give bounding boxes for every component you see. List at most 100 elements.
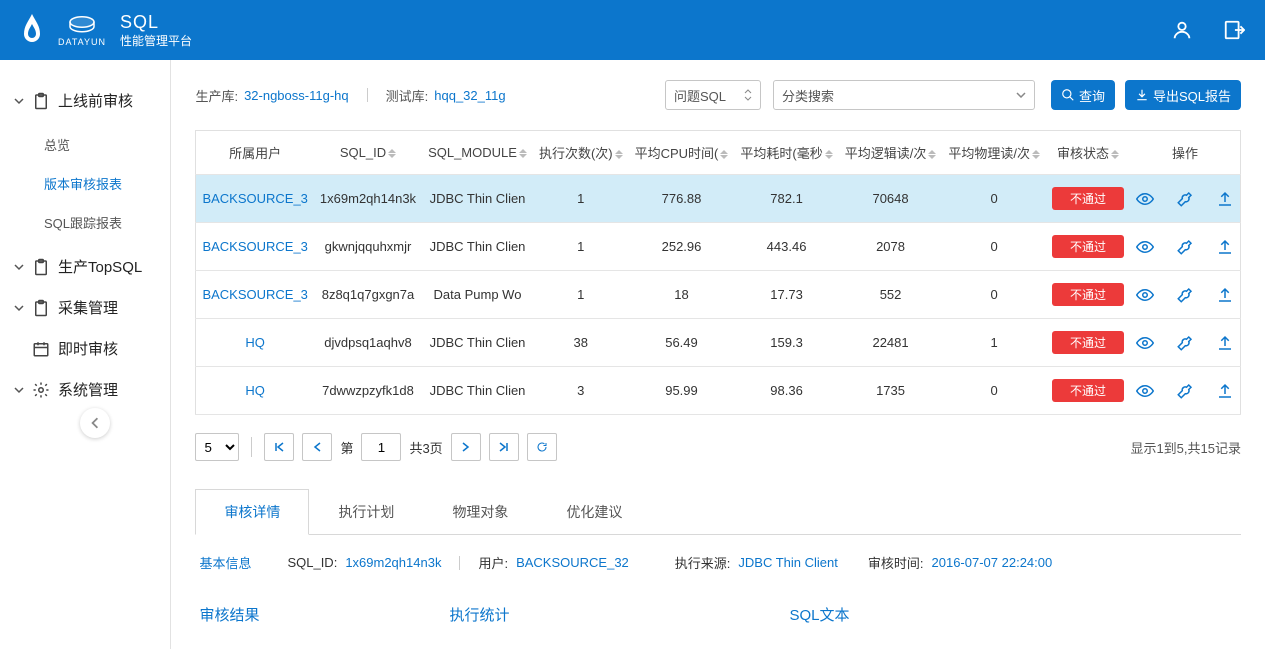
col-header[interactable]: 平均耗时(毫秒 [734, 131, 838, 175]
cell-user[interactable]: BACKSOURCE_3 [196, 223, 314, 271]
upload-icon[interactable] [1216, 382, 1234, 400]
nav-head-topsql[interactable]: 生产TopSQL [0, 246, 170, 287]
cell-lreads: 22481 [839, 319, 943, 367]
section-sql-text: SQL文本 [789, 604, 849, 625]
eye-icon[interactable] [1136, 334, 1154, 352]
type-select[interactable]: 问题SQL [665, 80, 761, 110]
cell-module: JDBC Thin Clien [422, 175, 533, 223]
next-page-button[interactable] [451, 433, 481, 461]
tab-1[interactable]: 执行计划 [309, 489, 423, 534]
sort-icon[interactable] [1032, 150, 1040, 159]
sidebar-collapse-button[interactable] [80, 408, 110, 438]
sort-icon[interactable] [519, 149, 527, 158]
sort-icon[interactable] [928, 150, 936, 159]
logout-icon[interactable] [1223, 19, 1245, 41]
test-db-value[interactable]: hqq_32_11g [434, 88, 505, 103]
sort-icon[interactable] [1111, 150, 1119, 159]
col-header[interactable]: 审核状态 [1046, 131, 1130, 175]
sort-icon[interactable] [825, 150, 833, 159]
cell-user[interactable]: HQ [196, 319, 314, 367]
cell-lreads: 70648 [839, 175, 943, 223]
table-row[interactable]: BACKSOURCE_3gkwnjqquhxmjrJDBC Thin Clien… [196, 223, 1241, 271]
eye-icon[interactable] [1136, 286, 1154, 304]
cell-status: 不通过 [1046, 223, 1130, 271]
eye-icon[interactable] [1136, 382, 1154, 400]
nav-head-instant[interactable]: 即时审核 [0, 328, 170, 369]
nav-head-system[interactable]: 系统管理 [0, 369, 170, 410]
cell-user[interactable]: BACKSOURCE_3 [196, 175, 314, 223]
page-number-input[interactable] [361, 433, 401, 461]
col-header[interactable]: 平均CPU时间( [629, 131, 735, 175]
category-select[interactable]: 分类搜索 [773, 80, 1035, 110]
caret-down-icon [1016, 92, 1026, 98]
col-header[interactable]: 操作 [1130, 131, 1241, 175]
cell-module: Data Pump Wo [422, 271, 533, 319]
user-icon[interactable] [1171, 19, 1193, 41]
cell-cpu: 252.96 [629, 223, 735, 271]
col-header[interactable]: 平均逻辑读/次 [839, 131, 943, 175]
sort-icon[interactable] [720, 150, 728, 159]
cell-sqlid: 1x69m2qh14n3k [314, 175, 422, 223]
wrench-icon[interactable] [1176, 382, 1194, 400]
eye-icon[interactable] [1136, 190, 1154, 208]
meta-sqlid-value[interactable]: 1x69m2qh14n3k [345, 555, 441, 570]
nav-head-preonline[interactable]: 上线前审核 [0, 80, 170, 121]
table-row[interactable]: HQdjvdpsq1aqhv8JDBC Thin Clien3856.49159… [196, 319, 1241, 367]
chevron-down-icon [14, 303, 24, 313]
prod-db-value[interactable]: 32-ngboss-11g-hq [244, 88, 349, 103]
refresh-button[interactable] [527, 433, 557, 461]
cell-ops [1130, 319, 1241, 367]
select-value: 分类搜索 [782, 86, 834, 105]
query-button[interactable]: 查询 [1051, 80, 1115, 110]
nav-item-version-report[interactable]: 版本审核报表 [44, 164, 170, 203]
cell-user[interactable]: HQ [196, 367, 314, 415]
basic-info-link[interactable]: 基本信息 [199, 553, 251, 572]
page-size-select[interactable]: 5 [195, 433, 239, 461]
cell-status: 不通过 [1046, 271, 1130, 319]
tab-3[interactable]: 优化建议 [537, 489, 651, 534]
meta-user-value[interactable]: BACKSOURCE_32 [516, 555, 629, 570]
cell-cpu: 95.99 [629, 367, 735, 415]
col-header[interactable]: SQL_MODULE [422, 131, 533, 175]
col-header[interactable]: 执行次数(次) [533, 131, 629, 175]
wrench-icon[interactable] [1176, 286, 1194, 304]
last-page-button[interactable] [489, 433, 519, 461]
cell-status: 不通过 [1046, 367, 1130, 415]
table-row[interactable]: HQ7dwwzpzyfk1d8JDBC Thin Clien395.9998.3… [196, 367, 1241, 415]
nav-head-collect[interactable]: 采集管理 [0, 287, 170, 328]
upload-icon[interactable] [1216, 334, 1234, 352]
cell-elapsed: 98.36 [734, 367, 838, 415]
header-right [1171, 19, 1245, 41]
clipboard-icon [32, 258, 50, 276]
sidebar: 上线前审核 总览 版本审核报表 SQL跟踪报表 生产TopSQL 采集管理 即时… [0, 60, 171, 649]
table-row[interactable]: BACKSOURCE_31x69m2qh14n3kJDBC Thin Clien… [196, 175, 1241, 223]
wrench-icon[interactable] [1176, 334, 1194, 352]
col-header[interactable]: 平均物理读/次 [942, 131, 1046, 175]
wrench-icon[interactable] [1176, 238, 1194, 256]
cell-elapsed: 443.46 [734, 223, 838, 271]
upload-icon[interactable] [1216, 238, 1234, 256]
prev-page-button[interactable] [302, 433, 332, 461]
col-header[interactable]: SQL_ID [314, 131, 422, 175]
tab-2[interactable]: 物理对象 [423, 489, 537, 534]
sort-icon[interactable] [615, 150, 623, 159]
nav-item-overview[interactable]: 总览 [44, 125, 170, 164]
cell-status: 不通过 [1046, 175, 1130, 223]
tab-0[interactable]: 审核详情 [195, 489, 309, 535]
test-db-label: 测试库: [386, 86, 429, 105]
wrench-icon[interactable] [1176, 190, 1194, 208]
eye-icon[interactable] [1136, 238, 1154, 256]
content: 生产库: 32-ngboss-11g-hq 测试库: hqq_32_11g 问题… [171, 60, 1265, 649]
nav-item-sql-track[interactable]: SQL跟踪报表 [44, 203, 170, 242]
col-header[interactable]: 所属用户 [196, 131, 314, 175]
table-row[interactable]: BACKSOURCE_38z8q1q7gxgn7aData Pump Wo118… [196, 271, 1241, 319]
first-page-button[interactable] [264, 433, 294, 461]
upload-icon[interactable] [1216, 286, 1234, 304]
cell-user[interactable]: BACKSOURCE_3 [196, 271, 314, 319]
export-button[interactable]: 导出SQL报告 [1125, 80, 1241, 110]
cell-ops [1130, 223, 1241, 271]
upload-icon[interactable] [1216, 190, 1234, 208]
sort-icon[interactable] [388, 149, 396, 158]
pagination: 5 第 共3页 显示1到5,共15记录 [195, 433, 1241, 461]
meta-source-value[interactable]: JDBC Thin Client [738, 555, 837, 570]
